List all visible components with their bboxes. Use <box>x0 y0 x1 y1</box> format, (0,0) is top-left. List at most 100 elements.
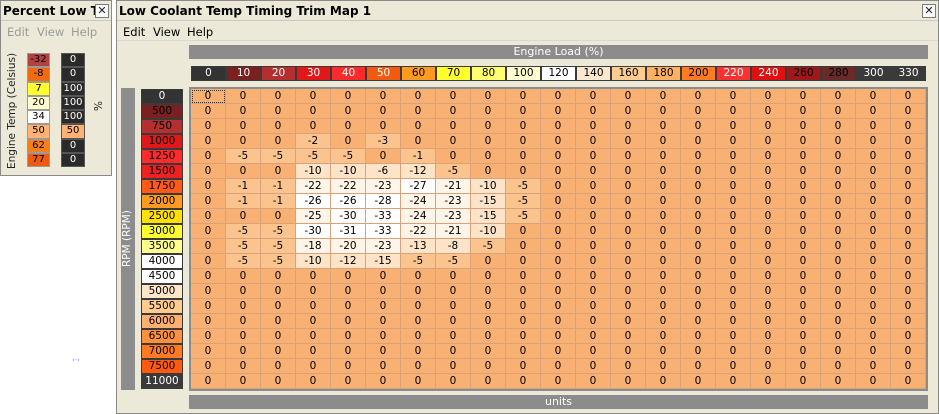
map-cell[interactable]: 0 <box>891 284 926 299</box>
map-cell[interactable]: -1 <box>226 194 261 209</box>
map-cell[interactable]: 0 <box>366 344 401 359</box>
map-cell[interactable]: 0 <box>226 344 261 359</box>
map-cell[interactable]: 0 <box>226 374 261 389</box>
map-cell[interactable]: 0 <box>506 134 541 149</box>
map-cell[interactable]: 0 <box>331 299 366 314</box>
load-axis-cell[interactable]: 240 <box>751 66 786 81</box>
map-cell[interactable]: 0 <box>751 89 786 104</box>
map-cell[interactable]: 0 <box>226 104 261 119</box>
rpm-axis-cell[interactable]: 7000 <box>141 344 183 359</box>
map-cell[interactable]: 0 <box>191 164 226 179</box>
map-cell[interactable]: 0 <box>541 89 576 104</box>
load-axis-cell[interactable]: 140 <box>576 66 611 81</box>
map-cell[interactable]: 0 <box>401 104 436 119</box>
map-cell[interactable]: 0 <box>821 329 856 344</box>
map-cell[interactable]: 0 <box>751 269 786 284</box>
map-cell[interactable]: 0 <box>611 134 646 149</box>
map-cell[interactable]: 0 <box>856 119 891 134</box>
map-cell[interactable]: 0 <box>716 104 751 119</box>
rpm-axis-cell[interactable]: 11000 <box>141 374 183 389</box>
map-cell[interactable]: 0 <box>821 224 856 239</box>
map-cell[interactable]: 0 <box>576 269 611 284</box>
temp-axis-cell[interactable]: 20 <box>27 95 50 111</box>
map-cell[interactable]: 0 <box>821 209 856 224</box>
menu-help[interactable]: Help <box>187 25 213 39</box>
map-cell[interactable]: 0 <box>261 374 296 389</box>
map-cell[interactable]: 0 <box>576 134 611 149</box>
map-cell[interactable]: 0 <box>646 254 681 269</box>
map-cell[interactable]: 0 <box>751 149 786 164</box>
map-cell[interactable]: -10 <box>471 179 506 194</box>
map-cell[interactable]: -15 <box>366 254 401 269</box>
map-cell[interactable]: -26 <box>296 194 331 209</box>
map-cell[interactable]: 0 <box>506 149 541 164</box>
load-axis-cell[interactable]: 330 <box>891 66 926 81</box>
map-cell[interactable]: -21 <box>436 224 471 239</box>
map-cell[interactable]: 0 <box>261 344 296 359</box>
left-menu-edit[interactable]: Edit <box>7 25 29 39</box>
map-cell[interactable]: 0 <box>191 284 226 299</box>
map-cell[interactable]: 0 <box>541 329 576 344</box>
map-cell[interactable]: 0 <box>576 314 611 329</box>
map-cell[interactable]: 0 <box>751 119 786 134</box>
map-cell[interactable]: -10 <box>296 254 331 269</box>
menu-view[interactable]: View <box>153 25 180 39</box>
map-cell[interactable]: 0 <box>191 314 226 329</box>
map-cell[interactable]: 0 <box>891 164 926 179</box>
map-cell[interactable]: 0 <box>611 119 646 134</box>
map-cell[interactable]: 0 <box>856 164 891 179</box>
map-cell[interactable]: 0 <box>541 269 576 284</box>
rpm-axis-cell[interactable]: 0 <box>141 89 183 104</box>
load-axis-cell[interactable]: 50 <box>366 66 401 81</box>
left-menu-help[interactable]: Help <box>71 25 97 39</box>
load-axis-cell[interactable]: 30 <box>296 66 331 81</box>
map-cell[interactable]: 0 <box>646 284 681 299</box>
map-cell[interactable]: 0 <box>856 374 891 389</box>
map-cell[interactable]: 0 <box>261 314 296 329</box>
temp-axis-cell[interactable]: 77 <box>27 153 50 168</box>
map-cell[interactable]: 0 <box>751 224 786 239</box>
map-cell[interactable]: 0 <box>401 269 436 284</box>
rpm-axis-cell[interactable]: 4000 <box>141 254 183 269</box>
rpm-axis-cell[interactable]: 2500 <box>141 209 183 224</box>
map-cell[interactable]: -30 <box>331 209 366 224</box>
map-cell[interactable]: 0 <box>786 224 821 239</box>
map-cell[interactable]: 0 <box>331 329 366 344</box>
map-cell[interactable]: 0 <box>891 209 926 224</box>
map-cell[interactable]: 0 <box>436 299 471 314</box>
map-cell[interactable]: 0 <box>436 119 471 134</box>
map-cell[interactable]: 0 <box>681 299 716 314</box>
percent-cell[interactable]: 100 <box>61 110 85 125</box>
rpm-axis-cell[interactable]: 3000 <box>141 224 183 239</box>
map-cell[interactable]: 0 <box>716 134 751 149</box>
map-cell[interactable]: 0 <box>751 374 786 389</box>
map-cell[interactable]: 0 <box>891 329 926 344</box>
map-cell[interactable]: 0 <box>541 359 576 374</box>
map-cell[interactable]: 0 <box>681 314 716 329</box>
map-cell[interactable]: 0 <box>471 329 506 344</box>
map-cell[interactable]: 0 <box>506 89 541 104</box>
map-cell[interactable]: 0 <box>366 269 401 284</box>
map-cell[interactable]: 0 <box>226 269 261 284</box>
map-cell[interactable]: 0 <box>226 209 261 224</box>
map-cell[interactable]: 0 <box>261 299 296 314</box>
map-cell[interactable]: 0 <box>436 149 471 164</box>
map-cell[interactable]: 0 <box>296 344 331 359</box>
load-axis-cell[interactable]: 280 <box>821 66 856 81</box>
map-cell[interactable]: 0 <box>401 314 436 329</box>
map-cell[interactable]: 0 <box>786 284 821 299</box>
map-cell[interactable]: 0 <box>716 299 751 314</box>
map-cell[interactable]: -24 <box>401 194 436 209</box>
rpm-axis-cell[interactable]: 7500 <box>141 359 183 374</box>
map-cell[interactable]: 0 <box>891 224 926 239</box>
rpm-axis-cell[interactable]: 750 <box>141 119 183 134</box>
map-cell[interactable]: 0 <box>821 134 856 149</box>
map-cell[interactable]: 0 <box>611 179 646 194</box>
map-cell[interactable]: 0 <box>611 254 646 269</box>
map-cell[interactable]: 0 <box>436 359 471 374</box>
map-cell[interactable]: 0 <box>576 209 611 224</box>
map-cell[interactable]: 0 <box>751 134 786 149</box>
map-cell[interactable]: -15 <box>471 194 506 209</box>
map-cell[interactable]: -5 <box>226 224 261 239</box>
map-cell[interactable]: 0 <box>716 194 751 209</box>
